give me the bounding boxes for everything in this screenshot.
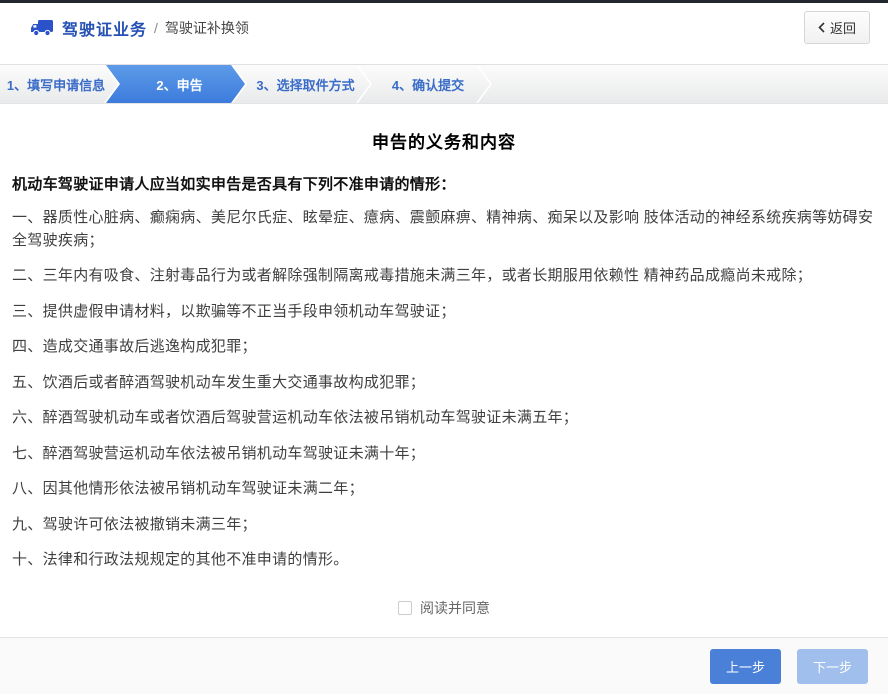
declaration-item-10: 十、法律和行政法规规定的其他不准申请的情形。 (12, 549, 876, 572)
declaration-item-9: 九、驾驶许可依法被撤销未满三年； (12, 514, 876, 537)
prev-step-button[interactable]: 上一步 (710, 649, 781, 684)
agree-checkbox[interactable] (398, 601, 412, 615)
declaration-item-3: 三、提供虚假申请材料，以欺骗等不正当手段申领机动车驾驶证； (12, 301, 876, 324)
back-button-label: 返回 (830, 18, 856, 37)
step-label: 3、选择取件方式 (256, 75, 354, 94)
declaration-item-7: 七、醉酒驾驶营运机动车依法被吊销机动车驾驶证未满十年； (12, 443, 876, 466)
agree-checkbox-label: 阅读并同意 (420, 598, 490, 618)
declaration-item-4: 四、造成交通事故后逃逸构成犯罪； (12, 336, 876, 359)
step-1-fill-info[interactable]: 1、填写申请信息 (0, 65, 118, 103)
steps-bar: 1、填写申请信息 2、申告 3、选择取件方式 4、确认提交 (0, 64, 888, 104)
step-label: 1、填写申请信息 (7, 75, 105, 94)
content-lead: 机动车驾驶证申请人应当如实申告是否具有下列不准申请的情形： (12, 173, 876, 194)
footer: 上一步 下一步 (0, 637, 888, 694)
step-label: 4、确认提交 (392, 75, 464, 94)
declaration-item-5: 五、饮酒后或者醉酒驾驶机动车发生重大交通事故构成犯罪； (12, 372, 876, 395)
header-breadcrumb: 驾驶证业务 / 驾驶证补换领 (30, 16, 249, 40)
declaration-item-6: 六、醉酒驾驶机动车或者饮酒后驾驶营运机动车依法被吊销机动车驾驶证未满五年； (12, 407, 876, 430)
back-button[interactable]: 返回 (804, 11, 870, 44)
step-label: 2、申告 (156, 75, 202, 94)
breadcrumb-separator: / (154, 20, 158, 36)
declaration-item-1: 一、器质性心脏病、癫痫病、美尼尔氏症、眩晕症、癔病、震颤麻痹、精神病、痴呆以及影… (12, 207, 876, 252)
page-title: 驾驶证业务 (62, 16, 147, 40)
step-3-pickup-method[interactable]: 3、选择取件方式 (233, 65, 370, 103)
declaration-item-8: 八、因其他情形依法被吊销机动车驾驶证未满二年； (12, 478, 876, 501)
header: 驾驶证业务 / 驾驶证补换领 返回 (0, 3, 888, 52)
step-4-confirm-submit[interactable]: 4、确认提交 (358, 65, 490, 103)
breadcrumb-current: 驾驶证补换领 (165, 18, 249, 38)
steps-filler (478, 65, 888, 103)
chevron-left-icon (818, 22, 825, 33)
agreement-row: 阅读并同意 (12, 598, 876, 618)
content-title: 申告的义务和内容 (12, 128, 876, 153)
declaration-item-2: 二、三年内有吸食、注射毒品行为或者解除强制隔离戒毒措施未满三年，或者长期服用依赖… (12, 265, 876, 288)
step-2-declaration[interactable]: 2、申告 (106, 65, 245, 103)
page: 驾驶证业务 / 驾驶证补换领 返回 1、填写申请信息 2、申告 3、选择取件方式… (0, 0, 888, 694)
truck-icon (30, 18, 54, 37)
next-step-button[interactable]: 下一步 (797, 649, 868, 684)
declaration-content: 申告的义务和内容 机动车驾驶证申请人应当如实申告是否具有下列不准申请的情形： 一… (0, 104, 888, 637)
